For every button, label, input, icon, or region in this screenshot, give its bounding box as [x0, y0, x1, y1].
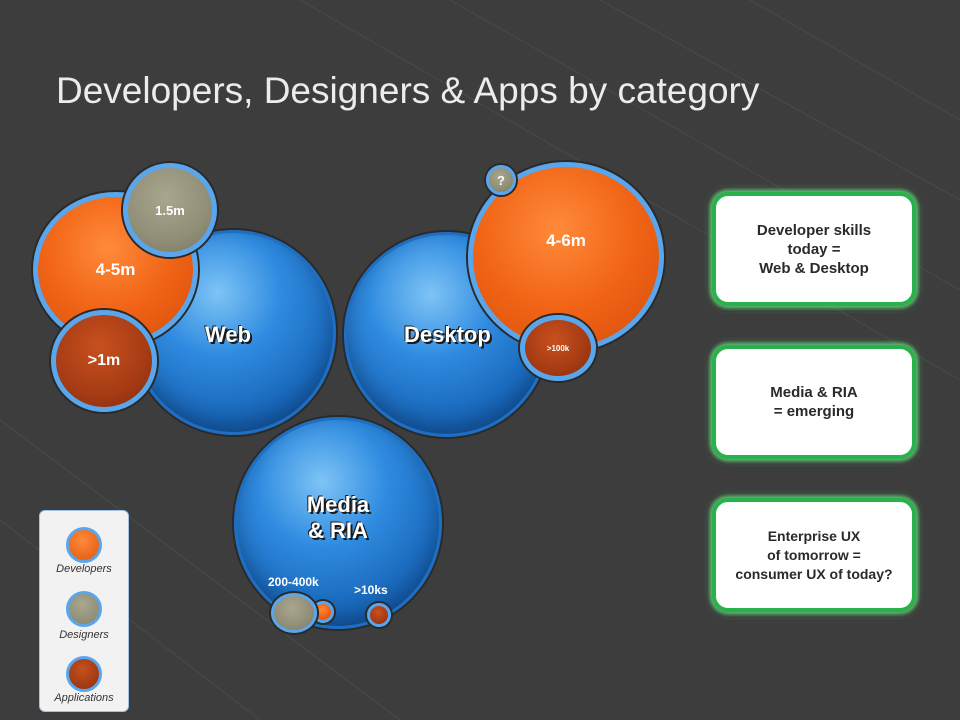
card-media-ria-line2: = emerging — [773, 403, 855, 420]
media-designers-bubble — [271, 593, 317, 633]
card-developer-skills-line3: Web & Desktop — [759, 259, 869, 277]
web-developers-value: 4-5m — [95, 259, 136, 279]
legend-designers-swatch — [66, 591, 102, 627]
media-applications-value: >10ks — [354, 583, 388, 597]
web-applications-bubble: >1m — [51, 310, 157, 412]
card-developer-skills: Developer skills today = Web & Desktop — [712, 192, 916, 306]
desktop-platform-label: Desktop — [404, 322, 491, 347]
card-media-ria: Media & RIA = emerging — [712, 345, 916, 459]
card-enterprise-ux-line3: consumer UX of today? — [735, 565, 893, 582]
desktop-designers-value: ? — [497, 172, 505, 188]
desktop-applications-value: >100k — [546, 343, 570, 353]
page-title: Developers, Designers & Apps by category — [56, 70, 760, 111]
legend-designers-label: Designers — [59, 629, 109, 641]
media-developers-value: 200-400k — [268, 575, 319, 589]
card-media-ria-line1: Media & RIA — [770, 384, 858, 401]
card-developer-skills-line2: today = — [787, 240, 841, 258]
media-label-line1: Media — [306, 492, 370, 517]
card-enterprise-ux-line2: of tomorrow = — [767, 546, 861, 563]
legend-applications-swatch — [66, 656, 102, 692]
legend: Developers Designers Applications — [39, 510, 129, 712]
desktop-designers-bubble: ? — [486, 165, 516, 195]
legend-developers-swatch — [66, 527, 102, 563]
web-designers-value: 1.5m — [155, 202, 185, 218]
card-developer-skills-line1: Developer skills — [756, 221, 872, 239]
desktop-developers-value: 4-6m — [546, 231, 586, 250]
legend-developers-label: Developers — [56, 563, 112, 575]
web-applications-value: >1m — [87, 352, 121, 369]
desktop-applications-bubble: >100k — [520, 315, 596, 381]
media-label-line2: & RIA — [308, 518, 368, 543]
web-designers-bubble: 1.5m — [123, 163, 217, 257]
card-enterprise-ux: Enterprise UX of tomorrow = consumer UX … — [712, 498, 916, 612]
media-applications-bubble — [367, 603, 391, 627]
card-enterprise-ux-line1: Enterprise UX — [767, 527, 861, 544]
legend-applications-label: Applications — [54, 692, 114, 704]
media-platform-label: Media & RIA — [286, 492, 390, 544]
web-platform-label: Web — [205, 322, 252, 347]
